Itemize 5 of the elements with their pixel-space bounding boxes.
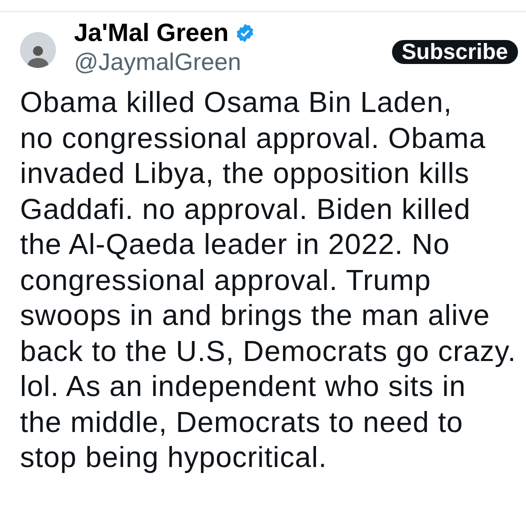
author-handle[interactable]: @JaymalGreen — [74, 48, 255, 78]
author-name[interactable]: Ja'Mal Green — [74, 18, 229, 48]
avatar[interactable] — [20, 32, 56, 68]
post-text: Obama killed Osama Bin Laden, no congressional approval. Obama invaded Libya, the opposition kills Gaddafi. no approval. Biden killed the Al-Qaeda leader in 2022. No congressional approval. Trump swoops in and brings the man alive back to the U.S, Democrats go crazy. lol. As an independent who sits in the middle, Democrats to need to stop being hypocritical. — [19, 86, 518, 476]
subscribe-button[interactable]: Subscribe — [392, 40, 518, 64]
